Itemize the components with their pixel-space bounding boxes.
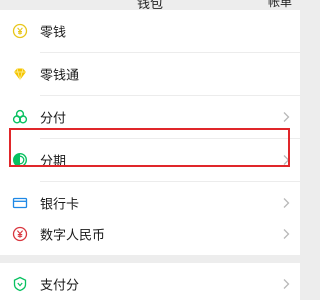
chevron-right-icon <box>283 112 290 122</box>
wallet-page: 钱包 帐单 零钱 零钱通 分付 分期 银行卡 数字人民币 支付分 <box>0 0 300 300</box>
list-item-change[interactable]: 零钱 <box>0 10 300 52</box>
list-item-label: 零钱通 <box>40 68 80 84</box>
pay-score-icon <box>12 276 28 292</box>
list-item-label: 分期 <box>40 154 67 170</box>
list-item-installment[interactable]: 分期 <box>0 139 300 181</box>
list-item-label: 银行卡 <box>40 197 80 213</box>
page-title: 钱包 <box>136 0 163 10</box>
bill-button[interactable]: 帐单 <box>268 0 292 10</box>
list-item-digital-rmb[interactable]: 数字人民币 <box>0 213 300 255</box>
wallet-services-group-1: 零钱 零钱通 分付 分期 银行卡 <box>0 10 300 224</box>
diamond-icon <box>12 66 28 82</box>
chevron-right-icon <box>283 155 290 165</box>
installment-icon <box>12 152 28 168</box>
list-item-lingqiantong[interactable]: 零钱通 <box>0 53 300 95</box>
list-item-pay-score[interactable]: 支付分 <box>0 263 300 300</box>
list-item-label: 数字人民币 <box>40 228 106 244</box>
list-item-label: 分付 <box>40 111 67 127</box>
fenfu-icon <box>12 109 28 125</box>
list-item-fenfu[interactable]: 分付 <box>0 96 300 138</box>
yen-coin-icon <box>12 23 28 39</box>
chevron-right-icon <box>283 279 290 289</box>
top-bar: 钱包 帐单 <box>0 0 300 10</box>
list-item-label: 支付分 <box>40 278 80 294</box>
digital-yuan-icon <box>12 226 28 242</box>
bank-card-icon <box>12 195 28 211</box>
wallet-services-group-2: 数字人民币 <box>0 213 300 255</box>
wallet-services-group-3: 支付分 <box>0 263 300 300</box>
chevron-right-icon <box>283 229 290 239</box>
chevron-right-icon <box>283 198 290 208</box>
list-item-label: 零钱 <box>40 25 67 41</box>
